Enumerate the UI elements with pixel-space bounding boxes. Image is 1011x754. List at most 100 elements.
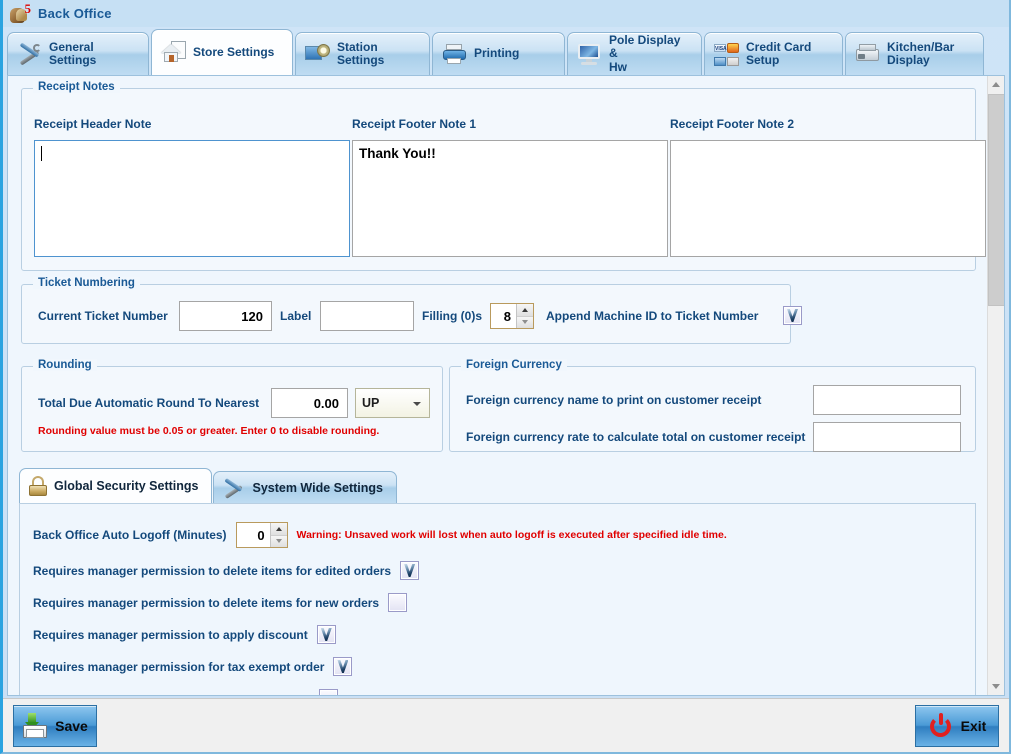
rounding-warning: Rounding value must be 0.05 or greater. … <box>38 425 380 437</box>
monitor-icon <box>577 42 602 67</box>
inner-tab-label: System Wide Settings <box>252 480 383 495</box>
security-setting-label: Requires manager permission to apply dis… <box>33 627 308 642</box>
append-machine-id-label: Append Machine ID to Ticket Number <box>546 309 759 323</box>
save-icon <box>22 713 48 739</box>
tab-label: Store Settings <box>193 44 275 59</box>
kitchen-printer-icon <box>855 42 880 67</box>
tab-kitchen-bar-display[interactable]: Kitchen/Bar Display <box>845 32 984 75</box>
stepper-buttons[interactable] <box>516 304 533 328</box>
auto-logoff-stepper[interactable]: 0 <box>235 522 288 548</box>
security-setting-checkbox[interactable] <box>400 561 420 580</box>
foreign-currency-rate-input[interactable] <box>813 422 961 452</box>
stepper-up-button[interactable] <box>270 523 287 535</box>
stepper-down-button[interactable] <box>270 534 287 547</box>
security-tab-strip: Global Security Settings System Wide Set… <box>19 468 398 503</box>
tab-credit-card-setup[interactable]: VISA Credit Card Setup <box>704 32 843 75</box>
receipt-footer-note-2-input[interactable] <box>670 140 986 257</box>
foreign-currency-name-input[interactable] <box>813 385 961 415</box>
group-caption: Ticket Numbering <box>33 277 140 289</box>
window-title: Back Office <box>38 6 112 21</box>
save-button-label: Save <box>55 718 88 734</box>
scrollbar-thumb[interactable] <box>988 94 1004 306</box>
scroll-down-button[interactable] <box>988 678 1004 695</box>
inner-tab-label: Global Security Settings <box>54 479 199 493</box>
group-caption: Receipt Notes <box>33 81 120 93</box>
current-ticket-number-label: Current Ticket Number <box>38 309 168 323</box>
credit-cards-icon: VISA <box>714 42 739 67</box>
round-to-nearest-label: Total Due Automatic Round To Nearest <box>38 396 260 410</box>
title-bar: 5 Back Office <box>3 0 1009 27</box>
foreign-currency-name-label: Foreign currency name to print on custom… <box>466 393 762 407</box>
security-setting-row: Requires manager permission for tax exem… <box>33 657 353 676</box>
settings-scroll-area: Receipt Notes Receipt Header Note Receip… <box>8 76 987 695</box>
round-to-nearest-input[interactable]: 0.00 <box>271 388 348 418</box>
vertical-scrollbar[interactable] <box>987 76 1004 695</box>
auto-logoff-row: Back Office Auto Logoff (Minutes) 0 Warn… <box>33 522 727 548</box>
receipt-header-note-label: Receipt Header Note <box>34 117 152 131</box>
wrench-screwdriver-icon <box>223 477 245 499</box>
stepper-down-button[interactable] <box>517 315 533 328</box>
tab-label: Credit Card Setup <box>746 39 812 67</box>
security-setting-label: Requires manager permission for tax exem… <box>33 659 325 674</box>
tab-label: Printing <box>474 46 520 61</box>
auto-logoff-label: Back Office Auto Logoff (Minutes) <box>33 528 227 542</box>
chevron-down-icon <box>413 402 421 406</box>
main-tab-strip: General Settings Store Settings Station … <box>3 27 1009 75</box>
power-icon <box>928 713 954 739</box>
tab-pole-display-hw[interactable]: Pole Display & Hw <box>567 32 702 75</box>
security-setting-row: Requires manager permission to delete it… <box>33 561 420 580</box>
printer-icon <box>442 42 467 67</box>
foreign-currency-rate-label: Foreign currency rate to calculate total… <box>466 430 806 444</box>
scroll-up-button[interactable] <box>988 76 1004 93</box>
group-caption: Foreign Currency <box>461 359 567 371</box>
tab-label: General Settings <box>49 39 97 67</box>
security-setting-label: Requires manager permission to delete it… <box>33 595 380 610</box>
receipt-footer-note-1-label: Receipt Footer Note 1 <box>352 117 477 131</box>
station-gear-icon <box>305 42 330 67</box>
stepper-buttons[interactable] <box>269 523 287 547</box>
ticket-numbering-group: Ticket Numbering Current Ticket Number 1… <box>21 277 802 344</box>
back-office-logo-icon: 5 <box>9 2 31 24</box>
tab-label: Pole Display & Hw <box>609 32 681 74</box>
receipt-footer-note-2-label: Receipt Footer Note 2 <box>670 117 795 131</box>
rounding-group: Rounding Total Due Automatic Round To Ne… <box>21 359 443 452</box>
tab-general-settings[interactable]: General Settings <box>7 32 149 75</box>
home-icon <box>161 40 186 65</box>
append-machine-id-checkbox[interactable] <box>783 306 802 325</box>
security-setting-checkbox[interactable] <box>333 657 353 676</box>
inner-tab-global-security-settings[interactable]: Global Security Settings <box>19 468 213 503</box>
auto-logoff-warning: Warning: Unsaved work will lost when aut… <box>296 529 727 541</box>
security-setting-checkbox[interactable] <box>316 625 336 644</box>
foreign-currency-group: Foreign Currency Foreign currency name t… <box>449 359 976 452</box>
ticket-label-label: Label <box>280 309 312 323</box>
tab-station-settings[interactable]: Station Settings <box>295 32 430 75</box>
action-bar: Save Exit <box>3 698 1009 752</box>
receipt-notes-group: Receipt Notes Receipt Header Note Receip… <box>21 81 986 271</box>
filling-zeros-label: Filling (0)s <box>422 309 482 323</box>
auto-logoff-value: 0 <box>257 527 265 543</box>
stepper-up-button[interactable] <box>517 304 533 316</box>
padlock-icon <box>29 476 47 496</box>
store-settings-page: Receipt Notes Receipt Header Note Receip… <box>7 75 1005 696</box>
exit-button[interactable]: Exit <box>915 705 999 747</box>
tab-printing[interactable]: Printing <box>432 32 565 75</box>
security-setting-checkbox-partial[interactable] <box>319 689 338 695</box>
tab-label: Kitchen/Bar Display <box>887 39 955 67</box>
filling-zeros-value: 8 <box>503 308 511 324</box>
save-button[interactable]: Save <box>13 705 97 747</box>
tab-store-settings[interactable]: Store Settings <box>151 29 293 75</box>
rounding-direction-value: UP <box>362 396 380 410</box>
tab-label: Station Settings <box>337 39 385 67</box>
inner-tab-system-wide-settings[interactable]: System Wide Settings <box>213 471 397 503</box>
security-setting-row: Requires manager permission to apply dis… <box>33 625 336 644</box>
current-ticket-number-input[interactable]: 120 <box>179 301 272 331</box>
rounding-direction-select[interactable]: UP <box>355 388 430 418</box>
filling-zeros-stepper[interactable]: 8 <box>490 303 534 329</box>
group-caption: Rounding <box>33 359 97 371</box>
receipt-header-note-input[interactable] <box>34 140 350 257</box>
global-security-settings-panel: Back Office Auto Logoff (Minutes) 0 Warn… <box>19 503 976 695</box>
security-setting-checkbox[interactable] <box>388 593 408 612</box>
ticket-label-input[interactable] <box>320 301 414 331</box>
receipt-footer-note-1-input[interactable]: Thank You!! <box>352 140 668 257</box>
security-setting-row: Requires manager permission to delete it… <box>33 593 408 612</box>
